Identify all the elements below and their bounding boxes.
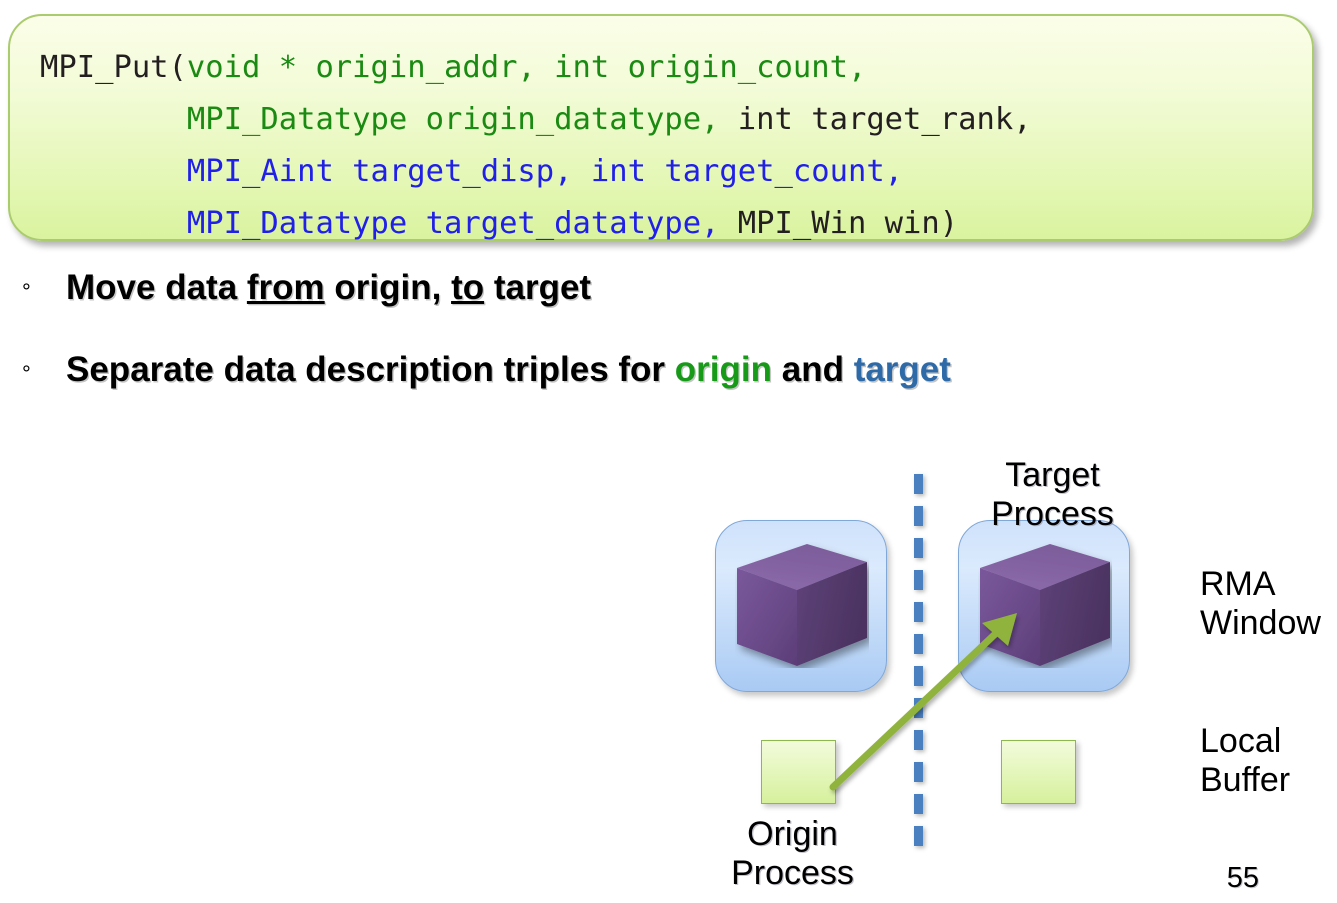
bullet-item-move-data: ° Move data from origin, to target bbox=[22, 268, 591, 308]
bullet-item-separate-triples: ° Separate data description triples for … bbox=[22, 350, 951, 390]
bullet-text-segment: target bbox=[853, 350, 951, 389]
bullet-text-segment: target bbox=[484, 268, 592, 307]
bullet-text-segment: Move data bbox=[66, 268, 247, 307]
label-target-process: Target Process bbox=[991, 456, 1114, 533]
code-token: MPI_Aint target_disp, int target_count, bbox=[186, 154, 904, 189]
bullet-text-segment: and bbox=[772, 350, 854, 389]
memory-cube-icon-target bbox=[978, 542, 1112, 668]
bullet-text-segment: Separate data description triples for bbox=[66, 350, 675, 389]
code-token: MPI_Datatype origin_datatype, bbox=[186, 102, 720, 137]
label-origin-process: Origin Process bbox=[731, 815, 854, 892]
code-token: int target_rank, bbox=[719, 102, 1032, 137]
bullet-marker: ° bbox=[22, 279, 31, 304]
code-signature-box: MPI_Put(void * origin_addr, int origin_c… bbox=[8, 14, 1314, 241]
bullet-text-segment: from bbox=[246, 268, 325, 307]
memory-cube-icon-origin bbox=[735, 542, 869, 668]
code-token: void * origin_addr, int origin_count, bbox=[186, 50, 867, 85]
process-divider-dashed-line bbox=[914, 474, 923, 850]
code-token: MPI_Datatype target_datatype, bbox=[186, 206, 720, 241]
label-local-buffer: Local Buffer bbox=[1200, 722, 1291, 799]
bullet-text-segment: to bbox=[451, 268, 485, 307]
code-token: MPI_Win win) bbox=[719, 206, 959, 241]
local-buffer-box-origin bbox=[761, 740, 836, 804]
bullet-text-segment: origin bbox=[674, 350, 772, 389]
label-rma-window: RMA Window bbox=[1200, 565, 1321, 642]
bullet-text: Separate data description triples for or… bbox=[66, 350, 951, 390]
rma-put-diagram: Target Process Origin Process RMA Window… bbox=[0, 430, 1337, 903]
bullet-text-segment: origin, bbox=[324, 268, 452, 307]
code-signature-text: MPI_Put(void * origin_addr, int origin_c… bbox=[40, 42, 1032, 250]
bullet-marker: ° bbox=[22, 361, 31, 386]
slide-number: 55 bbox=[1226, 862, 1259, 894]
code-token: MPI_Put( bbox=[40, 50, 187, 85]
bullet-text: Move data from origin, to target bbox=[66, 268, 591, 308]
local-buffer-box-target bbox=[1001, 740, 1076, 804]
